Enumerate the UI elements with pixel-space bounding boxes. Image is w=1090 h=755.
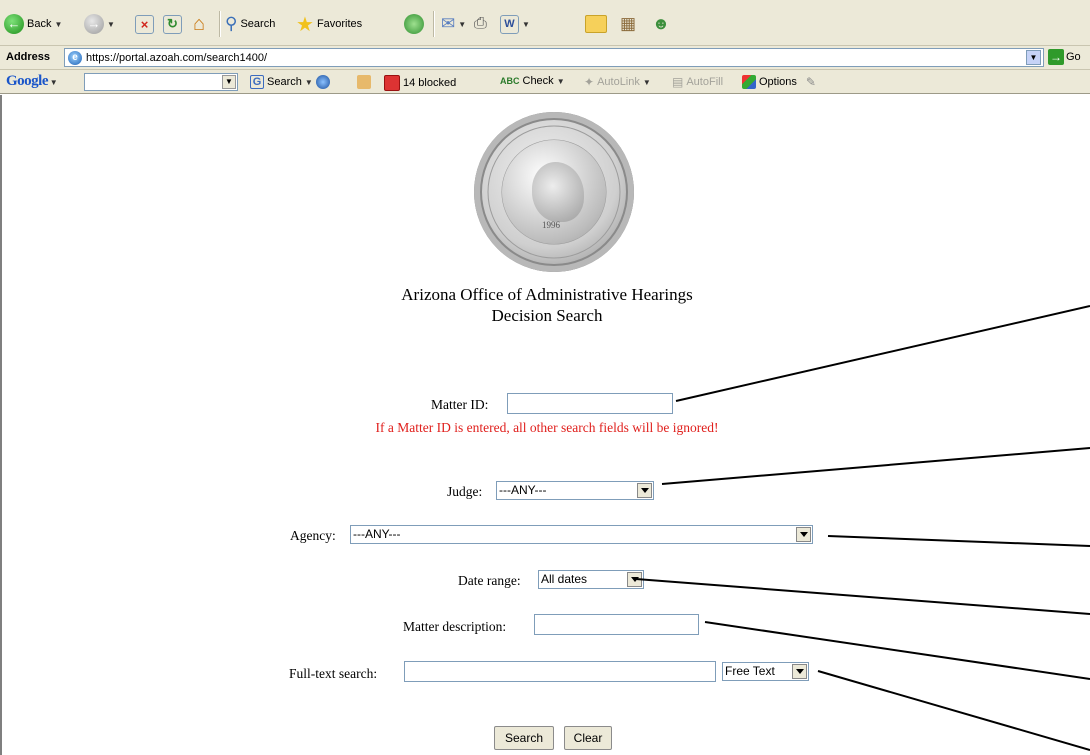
callout-line-fulltext: [817, 670, 1090, 751]
callout-line-agency: [827, 535, 1090, 547]
callout-line-matter-id: [675, 305, 1090, 402]
callout-line-matter-description: [704, 621, 1090, 680]
callout-line-judge: [661, 447, 1090, 485]
callout-line-date-range: [635, 578, 1090, 615]
callout-lines: [635, 305, 1090, 751]
